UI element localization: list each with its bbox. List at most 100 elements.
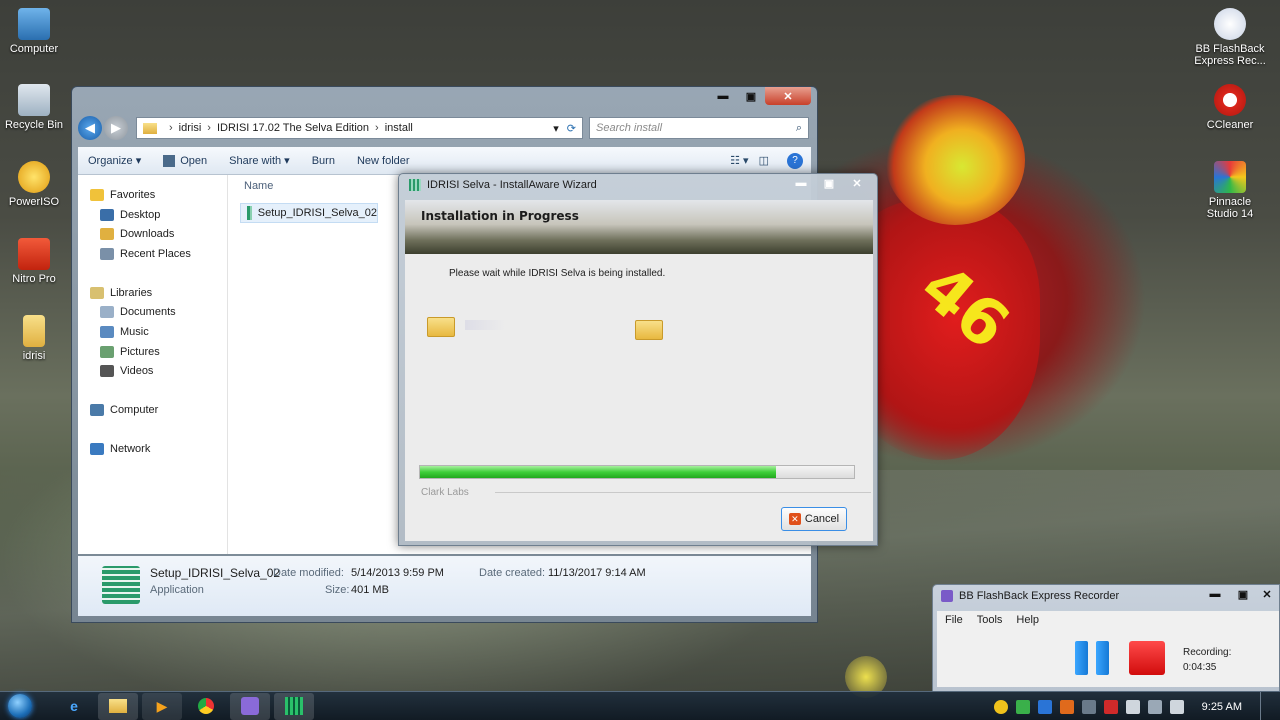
taskbar-media-player[interactable]: ▶ [142,692,182,720]
nav-label: Downloads [120,228,175,241]
nav-documents[interactable]: Documents [78,302,227,322]
file-name: Setup_IDRISI_Selva_02 [257,207,377,219]
breadcrumb-chevron-icon: › [375,122,379,134]
tray-network-icon[interactable] [1147,699,1162,714]
nav-network[interactable]: Network [78,439,227,459]
nav-favorites[interactable]: Favorites [78,185,227,205]
desktop-icon-pinnacle[interactable]: Pinnacle Studio 14 [1194,161,1266,220]
organize-label: Organize [88,154,133,167]
recorder-title: BB FlashBack Express Recorder [959,590,1120,602]
minimize-button[interactable]: ▬ [787,174,815,192]
nav-videos[interactable]: Videos [78,362,227,382]
desktop-icon-ccleaner[interactable]: CCleaner [1194,84,1266,131]
close-button[interactable]: ✕ [765,87,811,105]
maximize-button[interactable]: ▣ [815,174,843,192]
install-wizard-window: IDRISI Selva - InstallAware Wizard ▬ ▣ ✕… [398,173,878,546]
start-button[interactable] [0,692,40,720]
taskbar-chrome[interactable] [186,693,226,720]
tray-battery-icon[interactable] [1015,699,1030,714]
taskbar-clock[interactable]: 9:25 AM [1202,701,1242,713]
tray-app-icon[interactable] [993,699,1008,714]
tray-network-adapter-icon[interactable] [1037,699,1052,714]
wizard-message: Please wait while IDRISI Selva is being … [449,268,666,279]
desktop-icon-poweriso[interactable]: PowerISO [0,161,69,208]
tray-devices-icon[interactable] [1081,699,1096,714]
menu-file[interactable]: File [945,614,963,626]
recorder-body: Recording: 0:04:35 [937,629,1279,687]
wallpaper-helmet [885,95,1025,225]
help-icon[interactable]: ? [787,152,803,169]
tray-ccleaner-icon[interactable] [1103,699,1118,714]
share-with-button[interactable]: Share with ▾ [229,154,290,168]
tray-action-center-icon[interactable] [1125,699,1140,714]
nav-desktop[interactable]: Desktop [78,205,227,225]
recent-places-icon [100,247,114,260]
taskbar-idrisi-installer[interactable] [274,692,314,720]
file-item[interactable]: Setup_IDRISI_Selva_02 [240,203,378,223]
navigation-pane: Favorites Desktop Downloads Recent Place… [78,175,228,554]
taskbar-explorer[interactable] [98,692,138,720]
open-label: Open [180,154,208,167]
column-header-name[interactable]: Name [244,180,273,192]
chevron-down-icon[interactable]: ▾ [553,122,559,135]
organize-button[interactable]: Organize ▾ [88,154,141,168]
taskbar-internet-explorer[interactable]: e [54,693,94,720]
breadcrumb-chevron-icon: › [169,122,173,134]
back-button[interactable]: ◀ [78,116,102,140]
breadcrumb-item[interactable]: install [385,122,413,134]
recorder-app-icon [941,590,953,602]
desktop-icon-computer[interactable]: Computer [0,8,69,55]
cancel-button[interactable]: ✕ Cancel [781,507,847,531]
desktop-icon-nitro-pro[interactable]: Nitro Pro [0,238,69,285]
menu-help[interactable]: Help [1016,614,1039,626]
maximize-button[interactable]: ▣ [1229,585,1257,603]
details-created-value: 11/13/2017 9:14 AM [548,567,646,579]
breadcrumb-item[interactable]: IDRISI 17.02 The Selva Edition [217,122,369,134]
folder-icon [143,122,157,134]
tray-volume-icon[interactable] [1169,699,1184,714]
maximize-button[interactable]: ▣ [737,87,765,105]
nav-pictures[interactable]: Pictures [78,342,227,362]
close-button[interactable]: ✕ [1257,585,1277,603]
details-size-value: 401 MB [351,584,389,596]
explorer-nav-row: ◀ ▶ › idrisi › IDRISI 17.02 The Selva Ed… [78,115,809,141]
nav-music[interactable]: Music [78,322,227,342]
minimize-button[interactable]: ▬ [1201,585,1229,603]
recording-status: Recording: 0:04:35 [1183,645,1231,675]
refresh-icon[interactable]: ⟳ [567,122,576,135]
close-button[interactable]: ✕ [843,174,871,192]
menu-tools[interactable]: Tools [977,614,1003,626]
burn-button[interactable]: Burn [312,155,335,167]
minimize-button[interactable]: ▬ [709,87,737,105]
open-button[interactable]: Open [163,154,208,167]
taskbar-bb-flashback[interactable] [230,692,270,720]
nav-recent-places[interactable]: Recent Places [78,244,227,264]
desktop-icon-bb-flashback[interactable]: BB FlashBack Express Rec... [1194,8,1266,67]
computer-icon [90,404,104,417]
pause-button[interactable] [1075,641,1109,675]
desktop-icon-label: Recycle Bin [4,119,64,131]
view-options-icon[interactable]: ☷ ▾ [730,154,748,167]
breadcrumb-item[interactable]: idrisi [179,122,202,134]
desktop-icon-idrisi[interactable]: idrisi [0,315,69,362]
nav-downloads[interactable]: Downloads [78,224,227,244]
taskbar: e ▶ 9:25 AM [0,691,1280,720]
nav-libraries[interactable]: Libraries [78,283,227,303]
address-bar[interactable]: › idrisi › IDRISI 17.02 The Selva Editio… [136,117,583,139]
downloads-icon [100,228,114,241]
desktop-icon-label: CCleaner [1206,119,1254,131]
nav-computer[interactable]: Computer [78,400,227,420]
nav-label: Videos [120,365,154,378]
forward-button[interactable]: ▶ [104,116,128,140]
details-file-name: Setup_IDRISI_Selva_02 [150,566,281,580]
music-icon [100,325,114,338]
new-folder-button[interactable]: New folder [357,155,410,167]
show-desktop-button[interactable] [1260,692,1270,720]
documents-icon [100,306,114,319]
desktop-icon-recycle-bin[interactable]: Recycle Bin [0,84,69,131]
preview-pane-icon[interactable]: ◫ [759,154,769,167]
stop-button[interactable] [1129,641,1165,675]
search-input[interactable]: Search install ⌕ [589,117,809,139]
search-placeholder: Search install [596,122,663,134]
tray-security-icon[interactable] [1059,699,1074,714]
